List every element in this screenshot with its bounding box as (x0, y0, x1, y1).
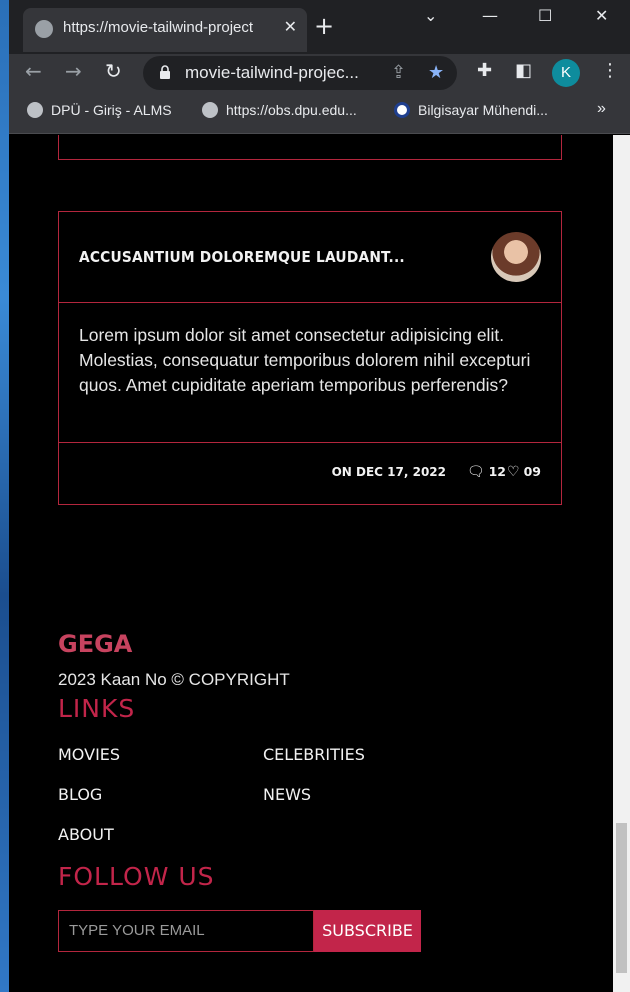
follow-title: FOLLOW US (58, 862, 215, 891)
heart-icon: ♡ (507, 464, 520, 480)
new-tab-button[interactable]: + (314, 12, 334, 40)
back-icon[interactable]: ← (25, 59, 42, 83)
scrollbar-thumb[interactable] (616, 823, 627, 973)
bookmark-item[interactable]: https://obs.dpu.edu... (202, 102, 357, 118)
bookmarks-bar: DPÜ - Giriş - ALMS https://obs.dpu.edu..… (9, 92, 630, 134)
browser-tab[interactable]: https://movie-tailwind-project ✕ (23, 8, 307, 52)
footer-links: MOVIES CELEBRITIES BLOG NEWS ABOUT (58, 723, 578, 873)
card-text: Lorem ipsum dolor sit amet consectetur a… (59, 303, 561, 443)
card-title[interactable]: ACCUSANTIUM DOLOREMQUE LAUDANT... (79, 248, 405, 266)
close-tab-icon[interactable]: ✕ (284, 17, 297, 36)
email-input[interactable]: TYPE YOUR EMAIL (58, 910, 314, 952)
comments-value: 12 (488, 464, 506, 479)
university-logo-icon (394, 102, 410, 118)
menu-icon[interactable]: ⋮ (601, 60, 619, 81)
previous-card-bottom (58, 135, 562, 160)
link-about[interactable]: ABOUT (58, 825, 114, 844)
address-bar[interactable]: movie-tailwind-projec... ⇪ ★ (143, 56, 457, 90)
more-bookmarks-icon[interactable]: » (597, 100, 606, 118)
card-footer: ON DEC 17, 2022 🗨 12 ♡ 09 (59, 443, 561, 504)
lock-icon (160, 65, 170, 79)
comment-icon: 🗨 (466, 464, 485, 480)
subscribe-button[interactable]: SUBSCRIBE (314, 910, 421, 952)
site-footer: GEGA 2023 Kaan No © COPYRIGHT LINKS MOVI… (58, 630, 578, 952)
tab-search-icon[interactable]: ⌄ (424, 6, 437, 25)
tab-bar: https://movie-tailwind-project ✕ + ⌄ — ☐… (9, 0, 630, 54)
side-panel-icon[interactable]: ◧ (515, 60, 532, 81)
card-date: ON DEC 17, 2022 (331, 465, 446, 479)
link-blog[interactable]: BLOG (58, 785, 102, 804)
bookmark-label: https://obs.dpu.edu... (226, 102, 357, 118)
bookmark-star-icon[interactable]: ★ (428, 62, 444, 83)
bookmark-label: DPÜ - Giriş - ALMS (51, 102, 172, 118)
toolbar: ← → ↻ movie-tailwind-projec... ⇪ ★ ✚ ◧ K… (9, 54, 630, 92)
forward-icon[interactable]: → (65, 59, 82, 83)
desktop-background (0, 0, 9, 992)
author-avatar (491, 232, 541, 282)
maximize-button[interactable]: ☐ (538, 6, 552, 25)
minimize-button[interactable]: — (482, 6, 498, 25)
extensions-icon[interactable]: ✚ (477, 60, 492, 81)
bookmark-item[interactable]: DPÜ - Giriş - ALMS (27, 102, 172, 118)
bookmark-item[interactable]: Bilgisayar Mühendi... (394, 102, 548, 118)
likes-count[interactable]: ♡ 09 (507, 464, 541, 480)
links-title: LINKS (58, 694, 136, 723)
review-card: ACCUSANTIUM DOLOREMQUE LAUDANT... Lorem … (58, 211, 562, 505)
link-celebrities[interactable]: CELEBRITIES (263, 745, 365, 764)
globe-icon (27, 102, 43, 118)
card-header: ACCUSANTIUM DOLOREMQUE LAUDANT... (59, 212, 561, 303)
share-icon[interactable]: ⇪ (391, 62, 406, 83)
link-news[interactable]: NEWS (263, 785, 311, 804)
tab-title: https://movie-tailwind-project (63, 19, 254, 36)
browser-window: https://movie-tailwind-project ✕ + ⌄ — ☐… (9, 0, 630, 992)
likes-value: 09 (523, 464, 541, 479)
footer-brand[interactable]: GEGA (58, 630, 578, 658)
globe-icon (202, 102, 218, 118)
web-page: ACCUSANTIUM DOLOREMQUE LAUDANT... Lorem … (9, 135, 613, 992)
close-window-button[interactable]: ✕ (595, 6, 608, 25)
subscribe-form: TYPE YOUR EMAIL SUBSCRIBE (58, 910, 421, 952)
reload-icon[interactable]: ↻ (105, 59, 122, 83)
profile-avatar[interactable]: K (552, 59, 580, 87)
link-movies[interactable]: MOVIES (58, 745, 120, 764)
globe-icon (35, 20, 53, 38)
bookmark-label: Bilgisayar Mühendi... (418, 102, 548, 118)
url-text: movie-tailwind-projec... (185, 63, 359, 82)
copyright-text: 2023 Kaan No © COPYRIGHT (58, 670, 290, 689)
page-scrollbar[interactable] (613, 135, 630, 992)
comments-count[interactable]: 🗨 12 (467, 464, 506, 480)
